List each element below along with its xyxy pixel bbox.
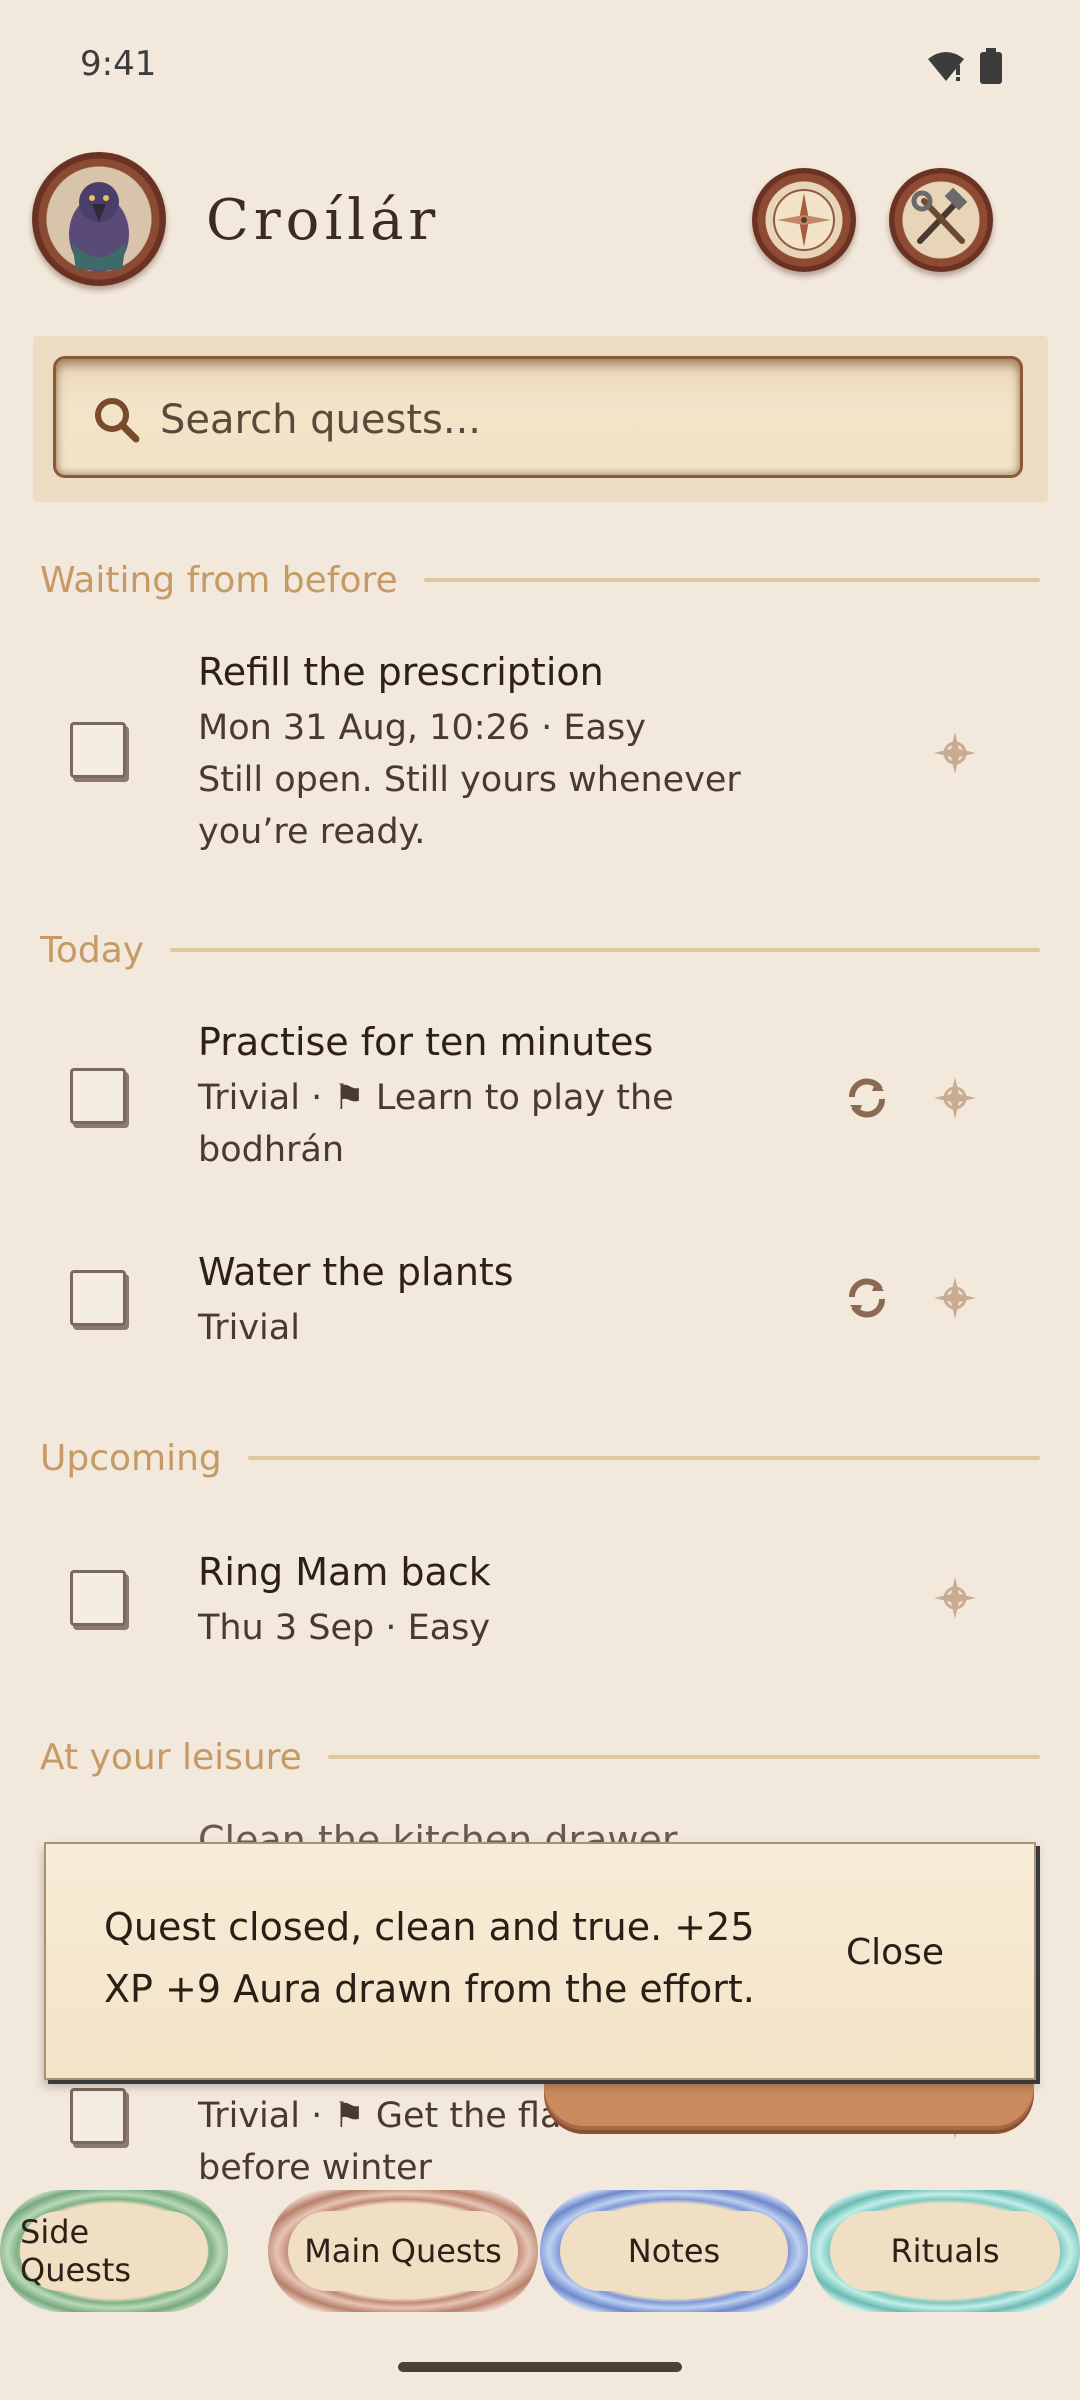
section-title: Today	[40, 929, 145, 971]
quest-checkbox[interactable]	[70, 2088, 126, 2144]
compass-icon	[773, 189, 835, 251]
raven-avatar-icon	[69, 182, 129, 272]
section-title: Upcoming	[40, 1437, 222, 1479]
snackbar-message: Quest closed, clean and true. +25 XP +9 …	[104, 1905, 755, 2011]
divider	[423, 578, 1040, 582]
nav-side-quests[interactable]: Side Quests	[0, 2190, 228, 2312]
battery-icon	[980, 48, 1002, 84]
divider	[247, 1456, 1040, 1460]
repeat-icon[interactable]	[842, 1073, 892, 1123]
search-container: Search quests...	[33, 336, 1048, 502]
quest-description: Still open. Still yours whenever you’re …	[198, 760, 741, 852]
app-header: Croílár	[0, 150, 1080, 290]
status-bar: 9:41	[0, 0, 1080, 130]
nav-label: Rituals	[830, 2211, 1060, 2291]
quest-title: Practise for ten minutes	[198, 1020, 654, 1064]
section-title: Waiting from before	[40, 559, 398, 601]
compass-rose-icon[interactable]	[930, 1273, 980, 1323]
avatar[interactable]	[32, 152, 166, 286]
compass-rose-icon[interactable]	[930, 728, 980, 778]
tools-icon	[911, 187, 968, 244]
search-placeholder: Search quests...	[160, 397, 481, 443]
divider	[327, 1755, 1040, 1759]
status-time: 9:41	[80, 44, 157, 84]
compass-rose-icon[interactable]	[930, 1073, 980, 1123]
nav-label: Main Quests	[288, 2211, 518, 2291]
section-title: At your leisure	[40, 1736, 302, 1778]
quest-checkbox[interactable]	[70, 1570, 126, 1626]
quest-meta: Mon 31 Aug, 10:26 · Easy	[198, 708, 646, 748]
quest-title: Water the plants	[198, 1250, 514, 1294]
search-input[interactable]: Search quests...	[53, 356, 1023, 478]
quest-checkbox[interactable]	[70, 1270, 126, 1326]
quest-checkbox[interactable]	[70, 722, 126, 778]
repeat-icon[interactable]	[842, 1273, 892, 1323]
section-today: Today	[40, 925, 1040, 975]
bottom-nav: Side Quests Main Quests Notes Rituals	[0, 2190, 1080, 2320]
status-icons	[926, 48, 1002, 84]
snackbar: Quest closed, clean and true. +25 XP +9 …	[44, 1842, 1036, 2080]
compass-rose-icon[interactable]	[930, 1573, 980, 1623]
nav-rituals[interactable]: Rituals	[810, 2190, 1080, 2312]
app-title: Croílár	[206, 188, 441, 253]
section-upcoming: Upcoming	[40, 1433, 1040, 1483]
compass-button[interactable]	[752, 168, 856, 272]
quest-meta: Trivial · ⚑ Learn to play the bodhrán	[198, 1078, 674, 1170]
home-indicator[interactable]	[398, 2362, 682, 2372]
nav-label: Side Quests	[20, 2211, 208, 2291]
quest-checkbox[interactable]	[70, 1068, 126, 1124]
quest-title: Refill the prescription	[198, 650, 604, 694]
wifi-icon	[928, 52, 964, 81]
tools-button[interactable]	[889, 168, 993, 272]
snackbar-close-button[interactable]: Close	[846, 1932, 944, 1973]
section-leisure: At your leisure	[40, 1732, 1040, 1782]
search-icon	[95, 398, 140, 443]
nav-main-quests[interactable]: Main Quests	[268, 2190, 538, 2312]
quest-meta: Thu 3 Sep · Easy	[198, 1608, 491, 1648]
nav-notes[interactable]: Notes	[540, 2190, 808, 2312]
nav-label: Notes	[560, 2211, 788, 2291]
section-waiting: Waiting from before	[40, 555, 1040, 605]
divider	[170, 948, 1040, 952]
quest-title: Ring Mam back	[198, 1550, 491, 1594]
quest-meta: Trivial	[198, 1308, 300, 1348]
